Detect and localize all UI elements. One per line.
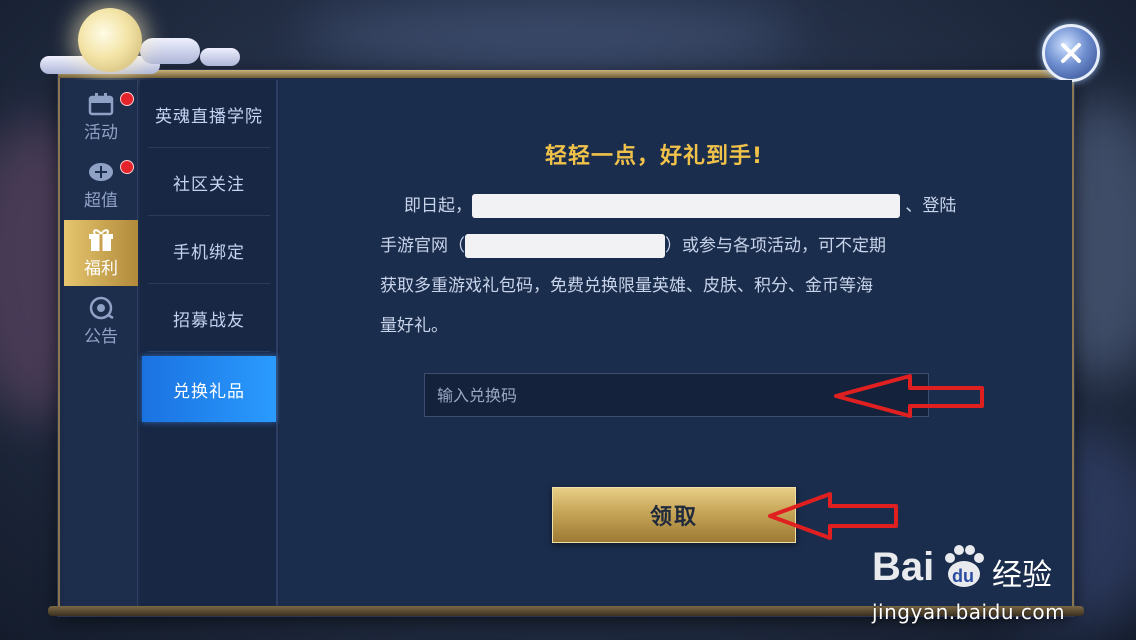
arrow-annotation-icon [768, 492, 898, 540]
description-text: 即日起， 、登陆 手游官网（ ）或参与各项活动，可不定期 获取多重游戏礼包码，免费… [380, 186, 980, 346]
svg-text:du: du [952, 566, 974, 586]
category-label: 福利 [84, 258, 118, 279]
moon-decoration [78, 8, 142, 72]
notification-badge [120, 92, 134, 106]
watermark-brand: 经验 [992, 558, 1052, 593]
claim-button[interactable]: 领取 [552, 487, 796, 543]
desc-line1-end: 、登陆 [905, 196, 957, 216]
background-blur [300, 0, 800, 70]
desc-line2-end: ）或参与各项活动，可不定期 [665, 236, 886, 256]
svg-text:Bai: Bai [872, 545, 934, 589]
desc-line1-start: 即日起， [404, 196, 472, 216]
redacted-url [465, 234, 665, 258]
submenu-item-redeem-gift[interactable]: 兑换礼品 [142, 356, 276, 422]
close-button[interactable] [1042, 24, 1100, 82]
category-tab-notice[interactable]: 公告 [64, 288, 138, 354]
redacted-text [472, 194, 900, 218]
cloud-decoration [140, 38, 200, 64]
submenu-item-phone-binding[interactable]: 手机绑定 [148, 218, 270, 284]
calendar-icon [88, 92, 114, 115]
frame-top-border [58, 70, 1074, 78]
gift-icon [89, 228, 113, 251]
submenu-item-recruit[interactable]: 招募战友 [148, 286, 270, 352]
page-title: 轻轻一点，好礼到手! [544, 144, 764, 169]
desc-line4: 量好礼。 [380, 316, 448, 336]
arrow-annotation-icon [834, 374, 984, 418]
speaker-icon [89, 296, 114, 319]
category-label: 公告 [84, 326, 118, 347]
category-tab-welfare[interactable]: 福利 [64, 220, 138, 286]
watermark-url: jingyan.baidu.com [872, 600, 1066, 624]
desc-line2-start: 手游官网（ [380, 236, 465, 256]
baidu-logo: Bai du [872, 545, 984, 589]
close-icon [1061, 43, 1081, 63]
category-label: 超值 [84, 190, 118, 211]
baidu-watermark: Bai du 经验 jingyan.baidu.com [872, 540, 1092, 630]
cloud-decoration [200, 48, 240, 66]
desc-line3: 获取多重游戏礼包码，免费兑换限量英雄、皮肤、积分、金币等海 [380, 276, 873, 296]
